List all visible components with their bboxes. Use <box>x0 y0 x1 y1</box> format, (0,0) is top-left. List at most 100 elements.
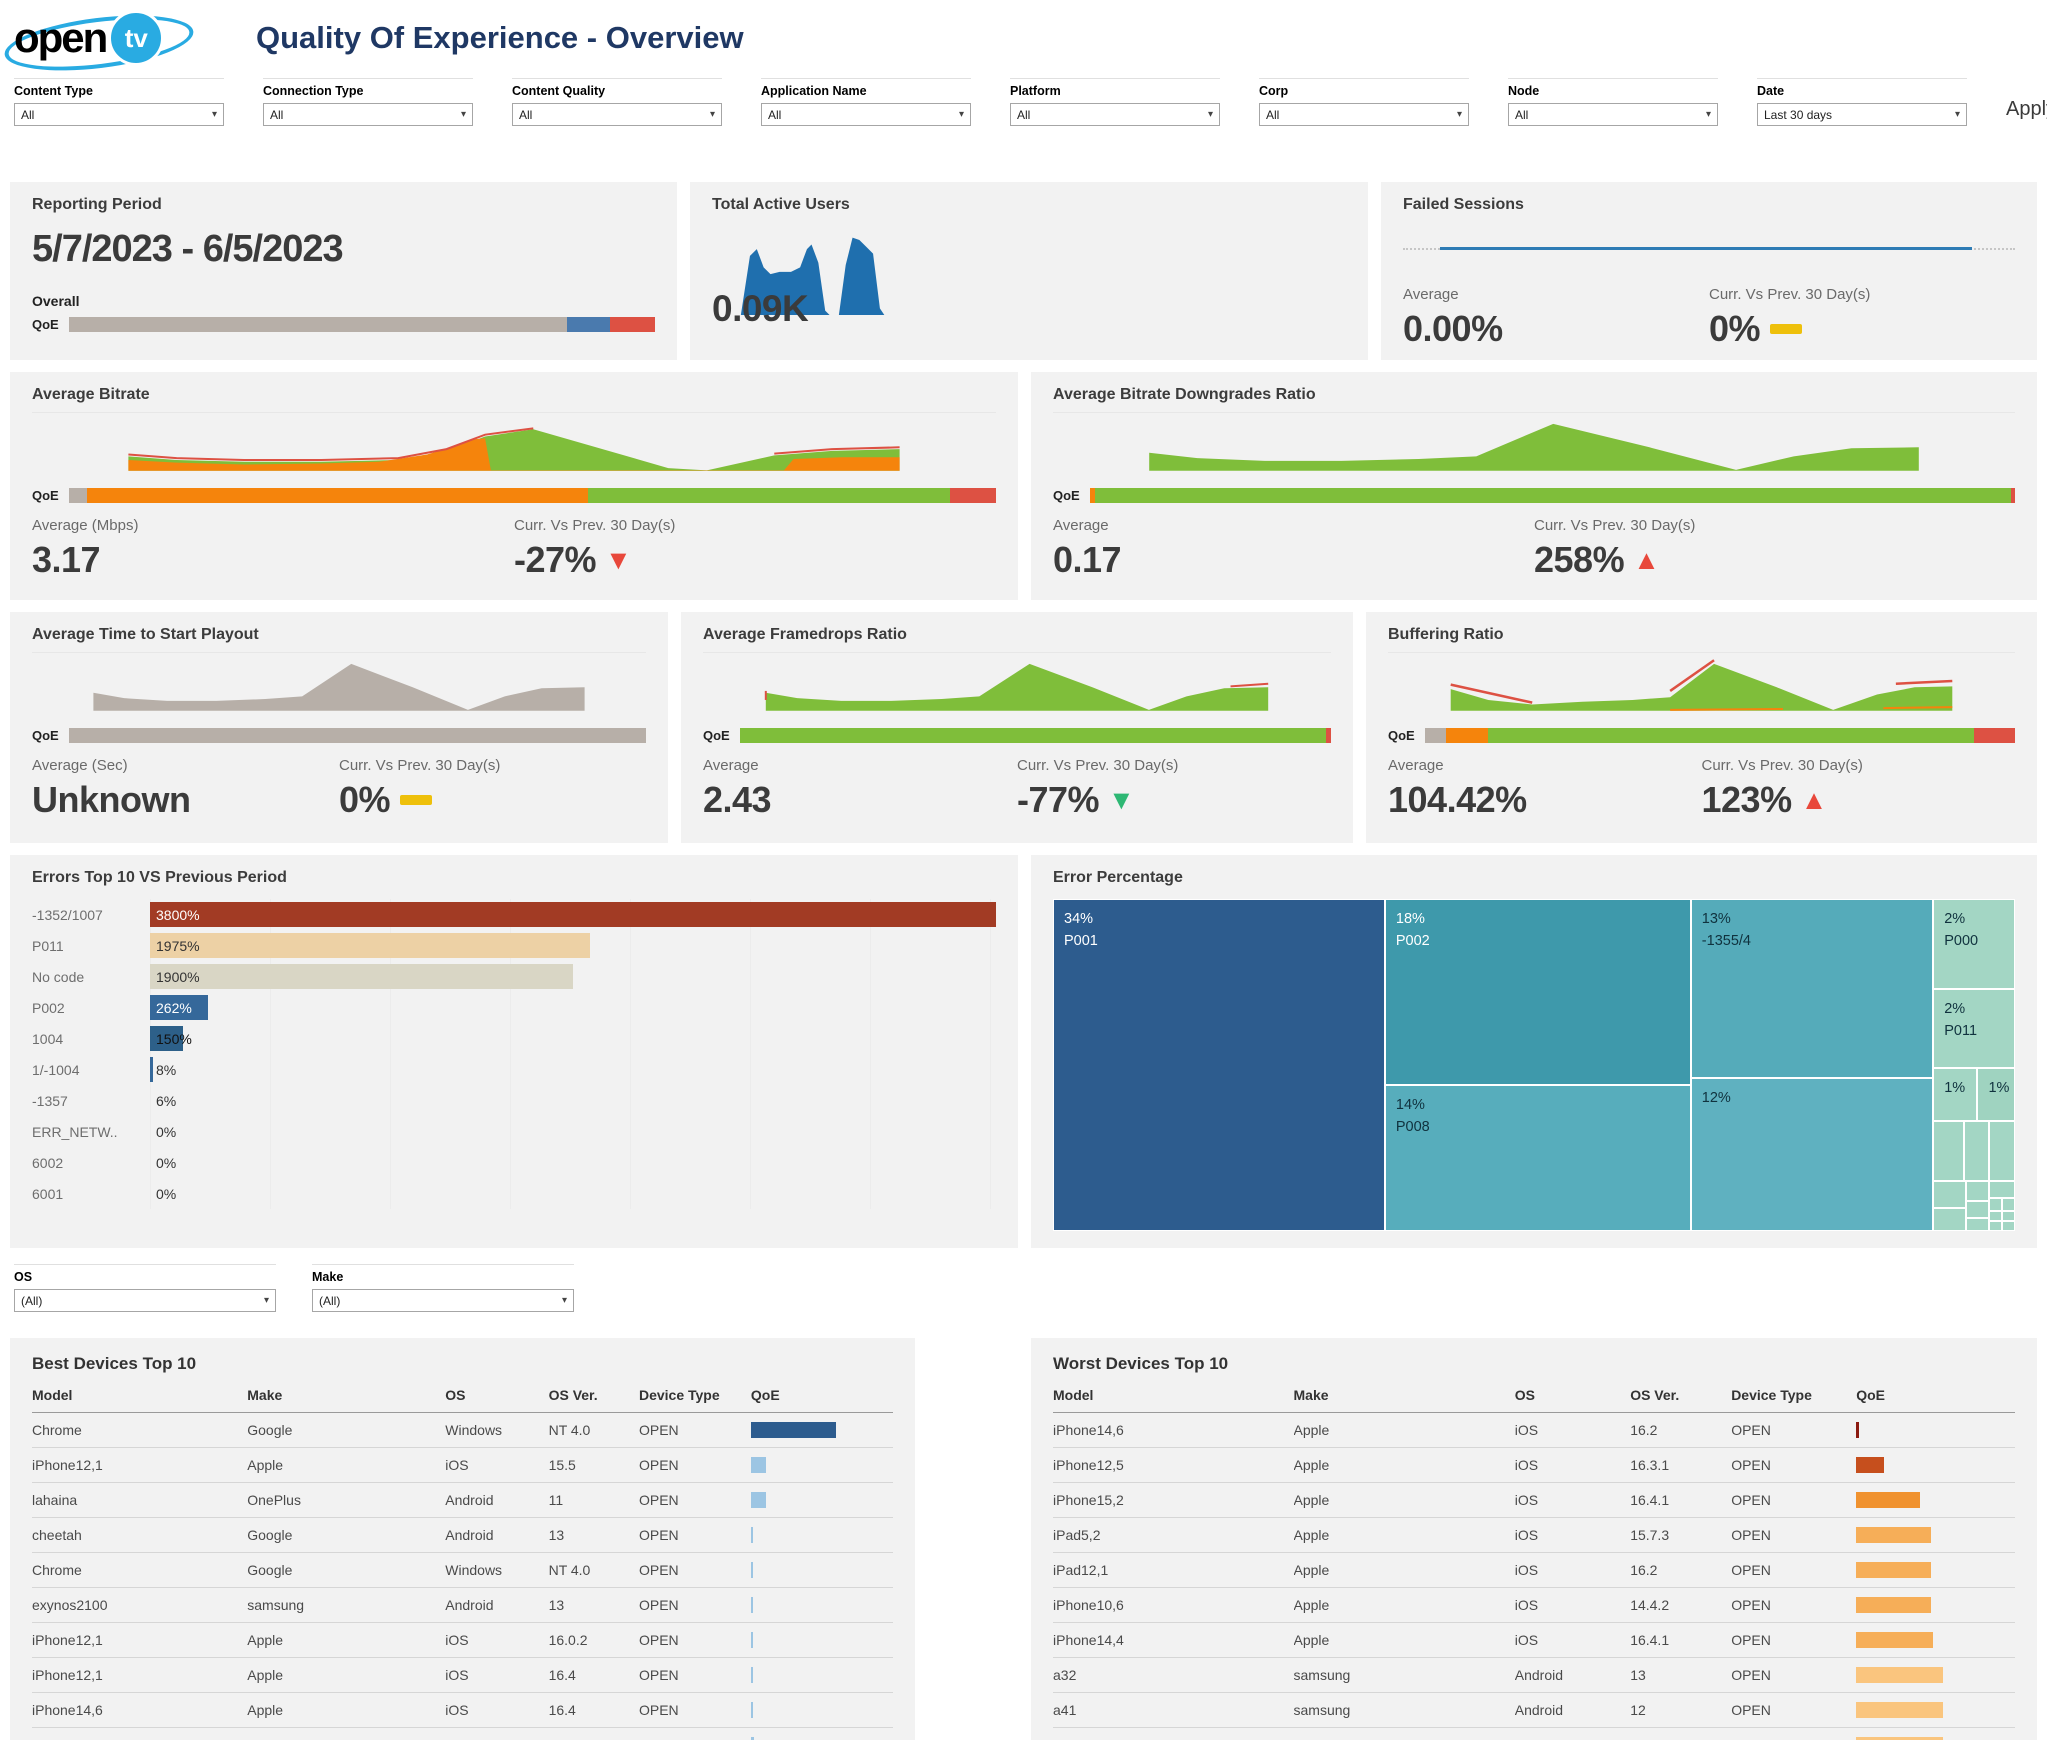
table-row[interactable]: iPad12,1AppleiOS16.2OPEN <box>1053 1553 2015 1588</box>
treemap-cell[interactable] <box>1964 1121 1989 1181</box>
filter-node-select[interactable]: All▾ <box>1508 103 1718 126</box>
average-stat: Average104.42% <box>1388 757 1702 821</box>
treemap-cell[interactable] <box>1989 1121 2015 1181</box>
treemap-cell[interactable] <box>1989 1181 2015 1198</box>
table-row[interactable]: ChromeGoogleWindowsNT 4.0OPEN <box>32 1413 893 1448</box>
table-row[interactable]: exynos9825samsungAndroid12OPEN <box>1053 1728 2015 1741</box>
filter-corp-select[interactable]: All▾ <box>1259 103 1469 126</box>
qoe-segment <box>610 317 655 332</box>
card-best-devices: Best Devices Top 10 ModelMakeOSOS Ver.De… <box>10 1338 915 1740</box>
average-framedrops-ratio-sparkline <box>703 652 1331 718</box>
cell-make: Apple <box>1294 1483 1515 1518</box>
treemap-cell[interactable] <box>2002 1198 2015 1211</box>
treemap-cell-1355-4[interactable]: 13%-1355/4 <box>1691 899 1933 1078</box>
treemap-cell-p008[interactable]: 14%P008 <box>1385 1085 1691 1231</box>
error-bar-row[interactable]: -1352/10073800% <box>32 899 996 930</box>
filter-content-type-select[interactable]: All ▾ <box>14 103 224 126</box>
table-row[interactable]: iPhone12,1AppleiOS16.4OPEN <box>32 1658 893 1693</box>
treemap-cell-p001[interactable]: 34%P001 <box>1053 899 1385 1231</box>
apply-button[interactable]: Apply <box>2006 84 2047 121</box>
error-bar[interactable] <box>150 933 590 958</box>
treemap-cell[interactable] <box>2002 1221 2015 1231</box>
qoe-label: QoE <box>32 317 59 332</box>
cell-model: iPhone12,1 <box>32 1658 247 1693</box>
treemap-cell-p002[interactable]: 18%P002 <box>1385 899 1691 1085</box>
treemap-cell[interactable]: 1% <box>1933 1068 1977 1121</box>
error-bar-row[interactable]: 1/-10048% <box>32 1054 996 1085</box>
treemap-cell[interactable] <box>1989 1221 2002 1231</box>
table-row[interactable]: iPad5,2AppleiOS15.7.3OPEN <box>1053 1518 2015 1553</box>
treemap-cell[interactable]: 12% <box>1691 1078 1933 1231</box>
treemap-cell-p011[interactable]: 2%P011 <box>1933 989 2015 1069</box>
cell-os: iOS <box>445 1728 548 1741</box>
cell-model: iPhone15,2 <box>1053 1483 1294 1518</box>
error-bar-label: -1352/1007 <box>32 907 150 923</box>
error-bar-row[interactable]: -13576% <box>32 1085 996 1116</box>
error-bar-row[interactable]: ERR_NETW..0% <box>32 1116 996 1147</box>
chevron-down-icon: ▾ <box>212 109 217 120</box>
treemap-cell-label: 1% <box>1978 1069 2014 1107</box>
table-row[interactable]: cheetahGoogleAndroid13OPEN <box>32 1518 893 1553</box>
filter-application-name-select[interactable]: All▾ <box>761 103 971 126</box>
column-header-os: OS <box>1515 1380 1630 1413</box>
table-row[interactable]: iPhone14,6AppleiOS16.2OPEN <box>1053 1413 2015 1448</box>
table-row[interactable]: iPhone14,6AppleiOS16.4OPEN <box>32 1693 893 1728</box>
treemap-cell[interactable] <box>1933 1121 1964 1181</box>
table-row[interactable]: iPhone10,6AppleiOS14.4.2OPEN <box>1053 1588 2015 1623</box>
cell-model: iPhone10,6 <box>1053 1588 1294 1623</box>
table-row[interactable]: iPhone15,2AppleiOS16.4.1OPEN <box>1053 1483 2015 1518</box>
select-value: All <box>21 108 34 122</box>
average-stat: Average0.17 <box>1053 517 1534 581</box>
treemap-cell[interactable]: 1% <box>1977 1068 2015 1121</box>
table-row[interactable]: a32samsungAndroid13OPEN <box>1053 1658 2015 1693</box>
table-row[interactable]: iPhone14,4AppleiOS16.4.1OPEN <box>1053 1623 2015 1658</box>
error-bar-row[interactable]: 60010% <box>32 1178 996 1209</box>
error-bar-row[interactable]: 60020% <box>32 1147 996 1178</box>
failed-sessions-sparkline <box>1403 224 2015 272</box>
table-row[interactable]: iPhone12,1AppleiOS16.0.2OPEN <box>32 1623 893 1658</box>
qoe-segment <box>69 317 567 332</box>
treemap-cell[interactable] <box>1966 1218 1989 1231</box>
error-bar-plot: 1900% <box>150 961 996 992</box>
device-filter-os-select[interactable]: (All)▾ <box>14 1289 276 1312</box>
error-bar-row[interactable]: P002262% <box>32 992 996 1023</box>
error-bar[interactable] <box>150 964 573 989</box>
average-stat: Average (Mbps)3.17 <box>32 517 514 581</box>
treemap-cell[interactable] <box>1966 1201 1989 1218</box>
treemap-cell[interactable] <box>1966 1181 1989 1201</box>
filter-date-select[interactable]: Last 30 days▾ <box>1757 103 1967 126</box>
device-filter-make-select[interactable]: (All)▾ <box>312 1289 574 1312</box>
error-bar-row[interactable]: 1004150% <box>32 1023 996 1054</box>
treemap-cell[interactable] <box>1989 1198 2002 1211</box>
table-row[interactable]: lahainaOnePlusAndroid11OPEN <box>32 1483 893 1518</box>
table-row[interactable]: a41samsungAndroid12OPEN <box>1053 1693 2015 1728</box>
error-bar[interactable] <box>150 902 996 927</box>
delta-value: -27% <box>514 539 596 581</box>
stat-value: 2.43 <box>703 779 1017 821</box>
treemap-cell[interactable] <box>1933 1208 1966 1231</box>
qoe-segment <box>1446 728 1488 743</box>
filter-connection-type-select[interactable]: All▾ <box>263 103 473 126</box>
table-row[interactable]: iPhone12,1AppleiOS15.5OPEN <box>32 1448 893 1483</box>
table-row[interactable]: exynos2100samsungAndroid13OPEN <box>32 1588 893 1623</box>
cell-qoe <box>1856 1483 2015 1518</box>
treemap-cell[interactable] <box>1933 1181 1966 1208</box>
treemap-cell[interactable] <box>2002 1211 2015 1221</box>
error-bar[interactable] <box>150 1057 153 1082</box>
filter-content-quality-select[interactable]: All▾ <box>512 103 722 126</box>
qoe-bar <box>1856 1632 1933 1648</box>
table-row[interactable]: iPhone12,5AppleiOS16.3.1OPEN <box>1053 1448 2015 1483</box>
filter-node: NodeAll▾ <box>1508 78 1718 126</box>
table-row[interactable]: ChromeGoogleWindowsNT 4.0OPEN <box>32 1553 893 1588</box>
table-row[interactable]: iPhone14,7AppleiOS16.4OPEN <box>32 1728 893 1741</box>
treemap-cell[interactable] <box>1989 1211 2002 1221</box>
cell-os-ver: 13 <box>549 1518 639 1553</box>
stat-label: Curr. Vs Prev. 30 Day(s) <box>1702 757 2016 774</box>
stat-label: Curr. Vs Prev. 30 Day(s) <box>1534 517 2015 534</box>
filter-platform-select[interactable]: All▾ <box>1010 103 1220 126</box>
error-bar-row[interactable]: P0111975% <box>32 930 996 961</box>
treemap-cell-p000[interactable]: 2%P000 <box>1933 899 2015 989</box>
error-bar-row[interactable]: No code1900% <box>32 961 996 992</box>
cell-device-type: OPEN <box>639 1518 751 1553</box>
cell-model: iPad5,2 <box>1053 1518 1294 1553</box>
